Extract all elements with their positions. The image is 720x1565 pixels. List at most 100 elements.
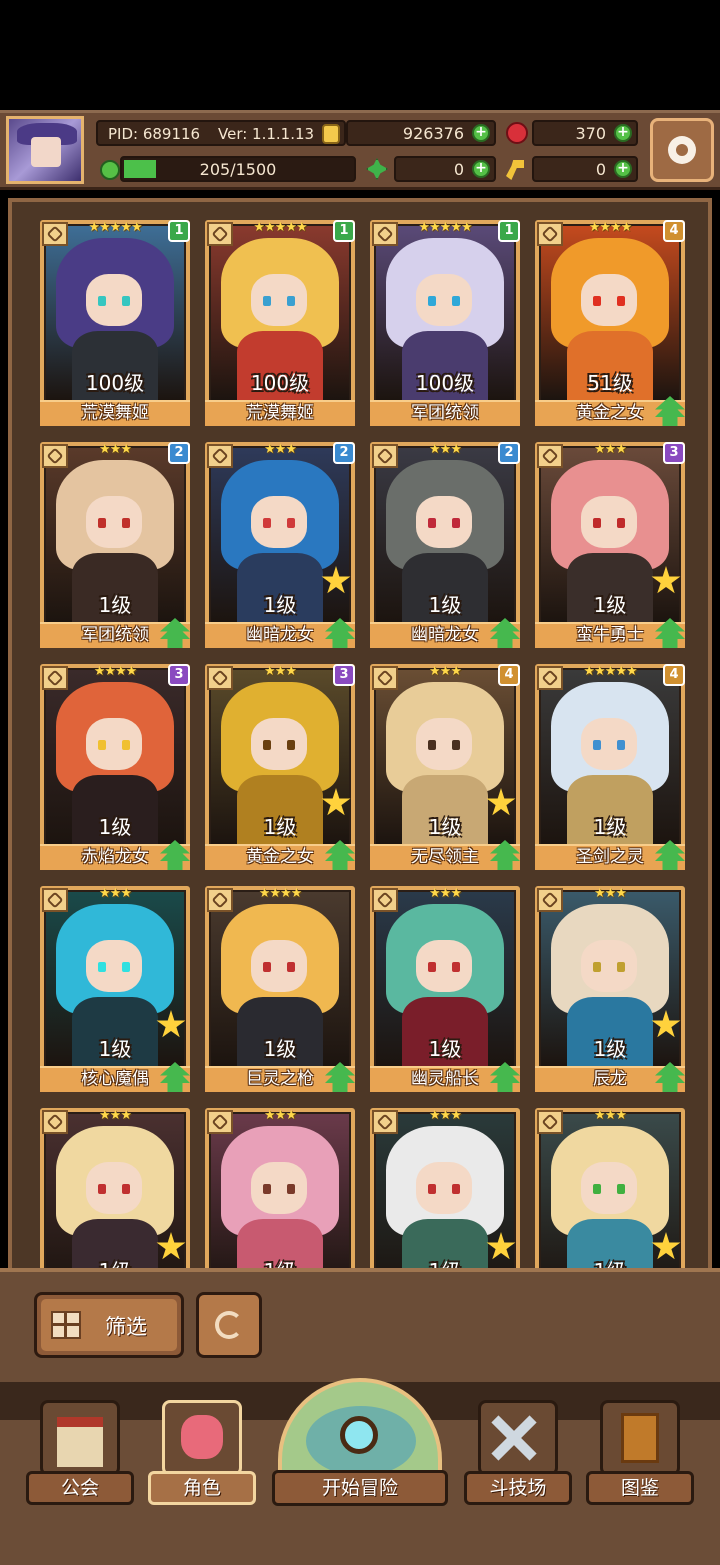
rank-badge: 4 [663,664,685,686]
hero-level: 1级 [593,1037,627,1061]
hero-card[interactable]: 1级 巨灵之枪 ★★★★ [205,886,355,1092]
class-icon [537,222,563,246]
hero-card[interactable]: 1级 赤焰龙女 ★★★★ 3 [40,664,190,870]
hero-face [86,718,142,770]
nav-guild[interactable]: 公会 [26,1400,134,1505]
hero-eye [122,1184,130,1194]
add-gem-icon[interactable]: + [614,124,632,142]
character-grid-panel[interactable]: 100级 荒漠舞姬 ★★★★★ 1 100级 荒漠舞姬 ★★★★★ 1 100级 军团统领 ★★★★… [8,198,712,1273]
gem-bar: 370 + [532,120,638,146]
energy-amount: 205/1500 [199,160,277,179]
hero-eye [98,740,106,750]
hero-face [86,1162,142,1214]
class-icon [42,888,68,912]
hero-eye [617,1184,625,1194]
player-avatar[interactable] [6,116,84,184]
energy-bar: 205/1500 [120,156,356,182]
hero-card[interactable]: 1级 幽灵船长 ★★★ [370,886,520,1092]
add-gold-icon[interactable]: + [472,124,490,142]
add-key-icon[interactable]: + [614,160,632,178]
hero-stars: ★★★ [594,442,627,457]
nav-character[interactable]: 角色 [148,1400,256,1505]
hero-stars: ★★★ [429,1108,462,1123]
hero-eye [593,1184,601,1194]
hero-card[interactable]: 1级 幽暗龙女 ★★★ 2 [370,442,520,648]
hero-eye [287,962,295,972]
key-bar: 0 + [532,156,638,182]
hero-card[interactable]: 1级 蛮牛勇士 ★★★ 3 [535,442,685,648]
hero-stars: ★★★★★ [253,220,307,235]
class-icon [207,1110,233,1134]
hero-card[interactable]: 1级 辰龙 ★★★ [535,886,685,1092]
guild-tile [40,1400,120,1476]
hero-card[interactable]: 1级 幽暗龙女 ★★★ 2 [205,442,355,648]
hero-card[interactable]: 1级 无尽领主 ★★★ 4 [370,664,520,870]
nav-adventure-label: 开始冒险 [272,1470,448,1506]
class-icon [537,444,563,468]
key-amount: 0 [595,160,606,179]
hero-eye [428,296,436,306]
hero-card[interactable]: 1级 ★★★ [370,1108,520,1269]
hero-eye [452,518,460,528]
hero-eye [428,962,436,972]
hero-eye [452,1184,460,1194]
hero-stars: ★★★ [264,664,297,679]
nav-adventure[interactable]: 开始冒险 [272,1378,448,1506]
refresh-button[interactable] [196,1292,262,1358]
hero-face [416,496,472,548]
hero-stars: ★★★ [429,886,462,901]
hero-portrait [211,1114,349,1269]
hero-eye [428,740,436,750]
hero-stars: ★★★ [264,1108,297,1123]
gold-coin-icon [322,124,340,144]
class-icon [537,666,563,690]
hero-level: 1级 [263,815,297,839]
hero-face [581,496,637,548]
arena-tile [478,1400,558,1476]
energy-icon [100,160,120,180]
refresh-icon [215,1311,243,1339]
hero-card[interactable]: 1级 圣剑之灵 ★★★★★ 4 [535,664,685,870]
hero-eye [263,740,271,750]
character-tile [162,1400,242,1476]
add-clover-icon[interactable]: + [472,160,490,178]
hero-eye [287,740,295,750]
hero-name: 荒漠舞姬 [205,400,355,426]
settings-button[interactable] [650,118,714,182]
hero-level: 1级 [98,1037,132,1061]
hero-card[interactable]: 1级 核心魔偶 ★★★ [40,886,190,1092]
key-icon [506,160,524,180]
hero-card[interactable]: 51级 黄金之女 ★★★★ 4 [535,220,685,426]
hero-eye [287,1184,295,1194]
hero-card[interactable]: 1级 黄金之女 ★★★ 3 [205,664,355,870]
hero-card[interactable]: 100级 军团统领 ★★★★★ 1 [370,220,520,426]
hero-eye [428,518,436,528]
class-icon [372,444,398,468]
hero-portrait [46,1114,184,1269]
hero-level: 1级 [263,593,297,617]
clover-bar: 0 + [394,156,496,182]
hero-card[interactable]: 100级 荒漠舞姬 ★★★★★ 1 [205,220,355,426]
hero-card[interactable]: 100级 荒漠舞姬 ★★★★★ 1 [40,220,190,426]
hero-card[interactable]: 1级 军团统领 ★★★ 2 [40,442,190,648]
hero-card[interactable]: 1级 ★★★ [535,1108,685,1269]
hero-card[interactable]: 1级 ★★★ [205,1108,355,1269]
hero-card[interactable]: 1级 ★★★ [40,1108,190,1269]
nav-codex[interactable]: 图鉴 [586,1400,694,1505]
nav-arena[interactable]: 斗技场 [464,1400,572,1505]
hero-portrait [376,1114,514,1269]
class-icon [42,666,68,690]
hero-eye [617,518,625,528]
hero-eye [617,296,625,306]
hero-face [86,496,142,548]
hero-face [416,718,472,770]
hero-eye [98,962,106,972]
hero-eye [617,740,625,750]
hero-eye [122,740,130,750]
hero-eye [287,518,295,528]
book-icon [621,1413,659,1463]
rank-badge: 2 [498,442,520,464]
filter-button[interactable]: 筛选 [34,1292,184,1358]
rank-badge: 4 [663,220,685,242]
hero-face [251,1162,307,1214]
